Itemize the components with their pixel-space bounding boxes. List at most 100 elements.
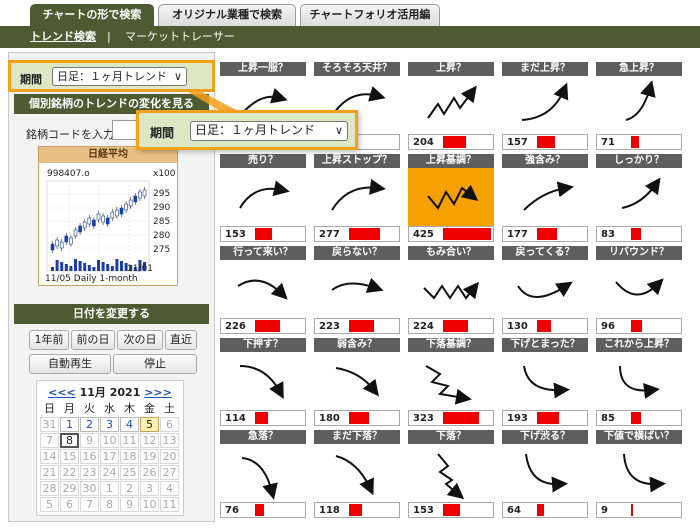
pattern-card[interactable]: まだ下落？ 118 xyxy=(314,430,400,518)
pattern-chart[interactable] xyxy=(596,352,682,410)
pattern-title: 下落？ xyxy=(408,430,494,444)
pattern-card[interactable]: 強含み？ 177 xyxy=(502,154,588,242)
calendar-day: 20 xyxy=(160,449,179,464)
pattern-count: 157 xyxy=(507,137,528,148)
stop-button[interactable]: 停止 xyxy=(113,354,197,374)
pattern-bar xyxy=(443,504,460,516)
pattern-card[interactable]: しっかり？ 83 xyxy=(596,154,682,242)
mini-chart-candle xyxy=(119,207,124,215)
calendar-day[interactable]: 3 xyxy=(100,417,119,432)
mini-chart-ytick: 285 xyxy=(153,217,171,227)
pattern-card[interactable]: 戻らない？ 223 xyxy=(314,246,400,334)
pattern-chart[interactable] xyxy=(314,444,400,502)
pattern-card[interactable]: 急落？ 76 xyxy=(220,430,306,518)
pattern-card[interactable]: 下落？ 153 xyxy=(408,430,494,518)
pattern-title: 下値で横ばい？ xyxy=(596,430,682,444)
pattern-card[interactable]: 弱含み？ 180 xyxy=(314,338,400,426)
pattern-card[interactable]: 上昇？ 204 xyxy=(408,62,494,150)
pattern-bar xyxy=(537,504,544,516)
mini-chart-date: 11/01 xyxy=(127,264,153,274)
calendar-day[interactable]: 1 xyxy=(60,417,79,432)
pattern-card[interactable]: これから上昇？ 85 xyxy=(596,338,682,426)
pattern-chart[interactable] xyxy=(502,444,588,502)
pattern-bar xyxy=(631,320,642,332)
tab-original-industry-search[interactable]: オリジナル業種で検索 xyxy=(158,4,296,26)
one-year-back-button[interactable]: 1年前 xyxy=(29,330,69,350)
pattern-card[interactable]: まだ上昇？ 157 xyxy=(502,62,588,150)
auto-play-button[interactable]: 自動再生 xyxy=(29,354,111,374)
mini-chart-code: 998407.o xyxy=(47,169,90,179)
calendar-day: 21 xyxy=(40,465,59,480)
pattern-chart[interactable] xyxy=(596,76,682,134)
tab-chartfolio-guide[interactable]: チャートフォリオ活用編 xyxy=(300,4,440,26)
pattern-card[interactable]: 行って来い？ 226 xyxy=(220,246,306,334)
nav-trend-search[interactable]: トレンド検索 xyxy=(30,26,96,48)
pattern-chart[interactable] xyxy=(408,444,494,502)
pattern-chart[interactable] xyxy=(220,352,306,410)
pattern-chart[interactable] xyxy=(502,352,588,410)
pattern-count: 153 xyxy=(225,229,246,240)
pattern-card[interactable]: 戻ってくる？ 130 xyxy=(502,246,588,334)
pattern-count-bar: 9 xyxy=(596,502,682,518)
pattern-title: まだ上昇？ xyxy=(502,62,588,76)
mini-chart-candle xyxy=(55,239,59,247)
pattern-chart[interactable] xyxy=(314,260,400,318)
calendar-day: 18 xyxy=(120,449,139,464)
pattern-bar xyxy=(631,412,641,424)
pattern-count: 223 xyxy=(319,321,340,332)
pattern-bar xyxy=(255,320,280,332)
calendar-day: 19 xyxy=(140,449,159,464)
pattern-card[interactable]: 下値で横ばい？ 9 xyxy=(596,430,682,518)
pattern-card[interactable]: 売り？ 153 xyxy=(220,154,306,242)
calendar-day[interactable]: 5 xyxy=(140,417,159,432)
pattern-chart[interactable] xyxy=(502,168,588,226)
calendar-weekday: 土 xyxy=(164,402,175,415)
callout-period-select[interactable]: 日足：１ヶ月トレンド ∨ xyxy=(190,121,348,141)
previous-day-button[interactable]: 前の日 xyxy=(71,330,115,350)
nikkei-mini-chart[interactable]: 日経平均 998407.o x100 295 290 285 280 275 1… xyxy=(38,146,178,286)
calendar-day: 24 xyxy=(100,465,119,480)
pattern-chart[interactable] xyxy=(596,260,682,318)
mini-chart-volume-bar xyxy=(69,266,73,271)
pattern-chart[interactable] xyxy=(408,168,494,226)
pattern-bar xyxy=(537,136,555,148)
pattern-chart[interactable] xyxy=(408,260,494,318)
nav-separator: | xyxy=(107,30,111,43)
calendar-prev-link[interactable]: <<< xyxy=(48,386,76,399)
pattern-card[interactable]: 下げ渋る？ 64 xyxy=(502,430,588,518)
pattern-chart[interactable] xyxy=(220,168,306,226)
next-day-button[interactable]: 次の日 xyxy=(117,330,163,350)
mini-chart-candle xyxy=(128,199,133,207)
calendar-next-link[interactable]: >>> xyxy=(144,386,172,399)
period-select[interactable]: 日足：１ヶ月トレンド ∨ xyxy=(52,67,187,86)
pattern-card[interactable]: 下押す？ 114 xyxy=(220,338,306,426)
pattern-chart[interactable] xyxy=(502,260,588,318)
tab-chart-shape-search[interactable]: チャートの形で検索 xyxy=(30,4,154,26)
pattern-card[interactable]: 急上昇？ 71 xyxy=(596,62,682,150)
nav-market-tracer[interactable]: マーケットトレーサー xyxy=(125,26,235,48)
pattern-card[interactable]: 上昇基調？ 425 xyxy=(408,154,494,242)
calendar-day[interactable]: 2 xyxy=(80,417,99,432)
calendar-day[interactable]: 8 xyxy=(60,433,79,448)
mini-chart-frame xyxy=(46,180,150,272)
pattern-card[interactable]: リバウンド？ 96 xyxy=(596,246,682,334)
pattern-title: 上昇基調？ xyxy=(408,154,494,168)
pattern-card[interactable]: 下落基調？ 323 xyxy=(408,338,494,426)
pattern-chart[interactable] xyxy=(596,168,682,226)
pattern-chart[interactable] xyxy=(220,444,306,502)
pattern-card[interactable]: 上昇ストップ？ 277 xyxy=(314,154,400,242)
pattern-count: 71 xyxy=(601,137,615,148)
pattern-chart[interactable] xyxy=(408,352,494,410)
calendar-day[interactable]: 4 xyxy=(120,417,139,432)
pattern-card[interactable]: 下げとまった？ 193 xyxy=(502,338,588,426)
pattern-chart[interactable] xyxy=(314,168,400,226)
pattern-chart[interactable] xyxy=(596,444,682,502)
pattern-chart[interactable] xyxy=(314,352,400,410)
pattern-arrow-icon xyxy=(517,281,573,298)
pattern-card[interactable]: もみ合い？ 224 xyxy=(408,246,494,334)
mini-chart-candle xyxy=(105,217,110,225)
pattern-chart[interactable] xyxy=(220,260,306,318)
pattern-chart[interactable] xyxy=(408,76,494,134)
pattern-chart[interactable] xyxy=(502,76,588,134)
latest-button[interactable]: 直近 xyxy=(165,330,197,350)
